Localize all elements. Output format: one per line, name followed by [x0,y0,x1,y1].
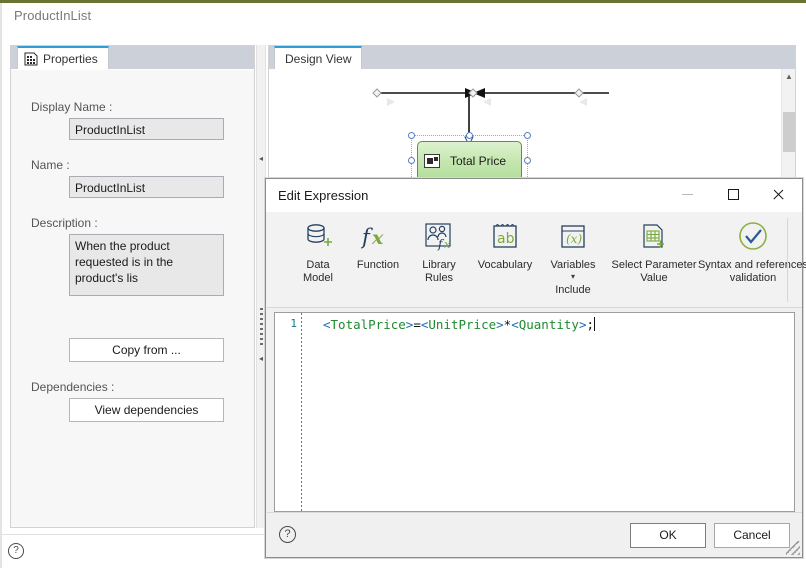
cancel-button[interactable]: Cancel [714,523,790,548]
editor-gutter: 1 [275,313,301,511]
expression-code-line[interactable]: <TotalPrice>=<UnitPrice>*<Quantity>; [323,317,595,333]
ribbon-variables-button[interactable]: (x) Variables ▾ Include [540,216,606,296]
properties-panel: Properties Display Name : ProductInList … [10,45,255,528]
ribbon-select-parameter-value-label: Select Parameter Value [611,259,697,284]
app-help-icon[interactable]: ? [8,543,24,559]
expression-editor[interactable]: 1 <TotalPrice>=<UnitPrice>*<Quantity>; [274,312,795,512]
display-name-label: Display Name : [31,100,113,114]
svg-text:ab: ab [497,231,515,247]
resize-handle-e[interactable] [524,157,531,164]
ribbon-vocabulary-button[interactable]: ab Vocabulary [470,216,540,272]
dialog-title: Edit Expression [278,188,369,203]
description-input[interactable]: When the product requested is in the pro… [69,234,224,296]
resize-handle-w[interactable] [408,157,415,164]
close-button[interactable] [756,179,801,210]
dependencies-label: Dependencies : [31,380,115,394]
editor-gutter-divider [301,313,302,511]
vocabulary-ab-icon: ab [490,216,520,256]
design-node-total-price[interactable]: Total Price [417,141,522,181]
scrollbar-thumb[interactable] [783,112,795,152]
validation-check-icon [736,216,770,256]
close-icon [772,188,785,201]
design-tabstrip: Design View [269,46,795,69]
name-input[interactable]: ProductInList [69,176,224,198]
properties-tabstrip: Properties [11,46,254,69]
collapse-left-arrow-icon[interactable]: ◂ [259,155,263,163]
ribbon-validation-button[interactable]: Syntax and references validation [697,216,806,285]
dialog-resize-grip[interactable] [786,541,800,555]
dialog-titlebar[interactable]: Edit Expression [266,179,802,212]
select-parameter-value-icon [639,216,669,256]
resize-handle-nw[interactable] [408,132,415,139]
collapse-left-arrow-icon-2[interactable]: ◂ [259,355,263,363]
ribbon-validation-label: Syntax and references validation [697,259,806,284]
maximize-icon [728,189,739,200]
svg-text:(x): (x) [566,232,582,246]
name-label: Name : [31,158,70,172]
ribbon-function-label: Function [356,259,400,271]
ribbon-data-model-button[interactable]: Data Model [289,216,347,285]
tab-properties[interactable]: Properties [17,46,109,69]
library-rules-icon: f x [423,216,455,256]
app-title: ProductInList [14,8,92,23]
ribbon-select-parameter-value-button[interactable]: Select Parameter Value [604,216,704,285]
fx-icon: f x [361,216,395,256]
ok-button[interactable]: OK [630,523,706,548]
design-node-label: Total Price [450,154,507,168]
properties-body: Display Name : ProductInList Name : Prod… [11,69,254,527]
chevron-up-icon[interactable]: ▲ [782,69,796,85]
ribbon-include-label: Include [555,284,591,296]
app-window: ProductInList Properties Display Name: … [0,0,806,568]
dialog-help-icon[interactable]: ? [279,526,296,543]
ribbon-variables-label: Variables [550,259,596,271]
ribbon-data-model-label: Data Model [303,259,333,284]
splitter-grip-icon [260,308,263,348]
tab-design-view[interactable]: Design View [274,46,363,69]
view-dependencies-button[interactable]: View dependencies [69,398,224,422]
copy-from-button[interactable]: Copy from ... [69,338,224,362]
dialog-ribbon: Data Model f x Function f x Library Rule… [267,212,806,308]
ribbon-function-button[interactable]: f x Function [347,216,409,272]
app-left-border [0,3,2,568]
edit-expression-dialog: Edit Expression Data Model f x Function … [265,178,806,558]
ribbon-vocabulary-label: Vocabulary [477,259,533,271]
resize-handle-n[interactable] [466,132,473,139]
editor-line-number: 1 [290,317,297,330]
svg-text:x: x [444,238,451,251]
description-label: Description : [31,216,98,230]
variables-x-icon: (x) [558,216,588,256]
resize-handle-ne[interactable] [524,132,531,139]
ribbon-separator [787,218,788,302]
properties-grid-icon [24,52,38,66]
maximize-button[interactable] [711,179,756,210]
database-add-icon [303,216,333,256]
svg-text:x: x [371,227,384,249]
ribbon-library-rules-button[interactable]: f x Library Rules [410,216,468,285]
dialog-footer: ? OK Cancel [267,512,802,556]
chevron-down-icon[interactable]: ▾ [571,273,575,281]
tab-properties-label: Properties [43,51,98,66]
text-caret [594,317,595,331]
rule-node-icon [424,154,440,168]
minimize-button[interactable] [665,179,710,210]
app-accent-bar [0,0,806,3]
minimize-icon [682,194,693,195]
ribbon-library-rules-label: Library Rules [422,259,456,284]
display-name-input[interactable]: ProductInList [69,118,224,140]
